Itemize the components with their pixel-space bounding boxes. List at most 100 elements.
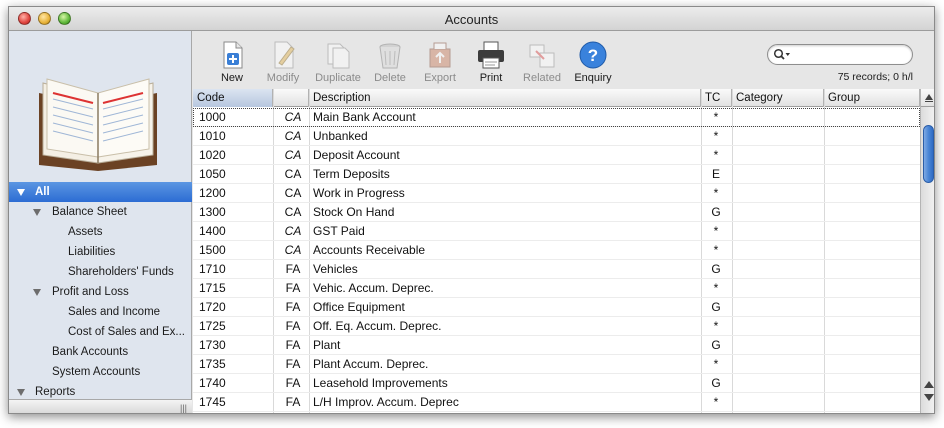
resize-grip-icon[interactable]: ||| (180, 403, 187, 413)
tree-item-label: Cost of Sales and Ex... (68, 326, 185, 338)
cell-description: GST Paid (313, 224, 365, 238)
title-bar[interactable]: Accounts (9, 7, 934, 31)
cell-code: 1000 (199, 110, 226, 124)
vertical-scrollbar[interactable] (920, 89, 934, 413)
table-row[interactable]: 1740 FA Leasehold Improvements G (193, 374, 920, 393)
sidebar: All Balance Sheet Assets Liabilities Sha… (9, 31, 192, 413)
tree-item-shareholders-funds[interactable]: Shareholders' Funds (9, 262, 192, 282)
tree-item-label: Profit and Loss (52, 286, 129, 298)
cell-tc: G (711, 300, 721, 314)
search-icon[interactable] (773, 48, 791, 61)
cell-type: CA (284, 110, 302, 124)
column-header-code[interactable]: Code (193, 89, 273, 107)
record-count: 75 records; 0 h/l (837, 71, 913, 83)
related-button[interactable]: Related (515, 39, 569, 84)
table-row[interactable]: 1400 CA GST Paid * (193, 222, 920, 241)
cell-code: 1020 (199, 148, 226, 162)
table-row[interactable]: 1730 FA Plant G (193, 336, 920, 355)
related-icon (529, 44, 555, 68)
toolbar: New Modify Duplicate Delete Export Print… (193, 31, 934, 94)
cell-type: CA (284, 167, 302, 181)
table-row[interactable]: 1010 CA Unbanked * (193, 127, 920, 146)
cell-description: Main Bank Account (313, 110, 416, 124)
enquiry-button[interactable]: ? Enquiry (566, 39, 620, 84)
cell-type: FA (285, 376, 301, 390)
table-row[interactable]: 1725 FA Off. Eq. Accum. Deprec. * (193, 317, 920, 336)
disclosure-triangle-icon[interactable] (17, 389, 25, 396)
cell-description: Work in Progress (313, 186, 405, 200)
cell-description: Office Equipment (313, 300, 405, 314)
tree-item-label: Shareholders' Funds (68, 266, 174, 278)
column-chooser-button[interactable] (921, 89, 934, 107)
table-row[interactable]: 1200 CA Work in Progress * (193, 184, 920, 203)
table-row[interactable]: 1715 FA Vehic. Accum. Deprec. * (193, 279, 920, 298)
cell-code: 1400 (199, 224, 226, 238)
delete-button[interactable]: Delete (363, 39, 417, 84)
cell-tc: * (713, 186, 719, 200)
tree-item-assets[interactable]: Assets (9, 222, 192, 242)
cell-code: 1710 (199, 262, 226, 276)
table-row[interactable]: 1710 FA Vehicles G (193, 260, 920, 279)
tree-item-bank-accounts[interactable]: Bank Accounts (9, 342, 192, 362)
column-header-group[interactable]: Group (824, 89, 920, 107)
cell-type: FA (285, 357, 301, 371)
search-input[interactable] (794, 47, 906, 62)
cell-tc: * (713, 281, 719, 295)
cell-type: CA (284, 243, 302, 257)
cell-description: Deposit Account (313, 148, 400, 162)
new-icon (223, 41, 243, 69)
table-row[interactable]: 1500 CA Accounts Receivable * (193, 241, 920, 260)
export-button[interactable]: Export (413, 39, 467, 84)
column-header-description[interactable]: Description (309, 89, 701, 107)
table-row[interactable]: 1300 CA Stock On Hand G (193, 203, 920, 222)
table-header: Code Description TC Category Group (193, 89, 920, 107)
table-row[interactable]: 1000 CA Main Bank Account * (193, 108, 920, 127)
cell-tc: * (713, 319, 719, 333)
tree-item-sales-and-income[interactable]: Sales and Income (9, 302, 192, 322)
sidebar-footer: ||| (9, 399, 192, 413)
cell-tc: G (711, 376, 721, 390)
scroll-down-arrow-icon[interactable] (924, 394, 934, 401)
tree-item-balance-sheet[interactable]: Balance Sheet (9, 202, 192, 222)
tree-item-cost-of-sales[interactable]: Cost of Sales and Ex... (9, 322, 192, 342)
cell-tc: G (711, 338, 721, 352)
cell-description: Term Deposits (313, 167, 390, 181)
column-header-category[interactable]: Category (732, 89, 824, 107)
cell-type: FA (285, 338, 301, 352)
disclosure-triangle-icon[interactable] (17, 189, 25, 196)
table-row[interactable]: 1020 CA Deposit Account * (193, 146, 920, 165)
print-button[interactable]: Print (464, 39, 518, 84)
cell-tc: * (713, 243, 719, 257)
print-button-label: Print (479, 72, 503, 84)
cell-code: 1730 (199, 338, 226, 352)
modify-button[interactable]: Modify (256, 39, 310, 84)
cell-code: 1300 (199, 205, 226, 219)
disclosure-triangle-icon[interactable] (33, 209, 41, 216)
cell-code: 1200 (199, 186, 226, 200)
table-row[interactable]: 1745 FA L/H Improv. Accum. Deprec * (193, 393, 920, 412)
table-row[interactable]: 1735 FA Plant Accum. Deprec. * (193, 355, 920, 374)
cell-description: Leasehold Improvements (313, 376, 448, 390)
cell-tc: * (713, 110, 719, 124)
table-row[interactable]: 1720 FA Office Equipment G (193, 298, 920, 317)
scroll-up-arrow-icon[interactable] (924, 381, 934, 388)
new-button[interactable]: New (205, 39, 259, 84)
column-header-type[interactable] (273, 89, 309, 107)
tree-item-all[interactable]: All (9, 182, 192, 202)
tree-item-system-accounts[interactable]: System Accounts (9, 362, 192, 382)
account-tree: All Balance Sheet Assets Liabilities Sha… (9, 182, 192, 402)
tree-item-profit-and-loss[interactable]: Profit and Loss (9, 282, 192, 302)
cell-type: CA (284, 205, 302, 219)
modify-icon (274, 41, 295, 69)
disclosure-triangle-icon[interactable] (33, 289, 41, 296)
tree-item-liabilities[interactable]: Liabilities (9, 242, 192, 262)
search-field[interactable] (767, 44, 913, 65)
column-header-tc[interactable]: TC (701, 89, 732, 107)
cell-tc: * (713, 395, 719, 409)
duplicate-button[interactable]: Duplicate (309, 39, 367, 84)
cell-code: 1010 (199, 129, 226, 143)
cell-description: Accounts Receivable (313, 243, 426, 257)
scroll-thumb[interactable] (923, 125, 934, 183)
cell-description: L/H Improv. Accum. Deprec (313, 395, 459, 409)
table-row[interactable]: 1050 CA Term Deposits E (193, 165, 920, 184)
